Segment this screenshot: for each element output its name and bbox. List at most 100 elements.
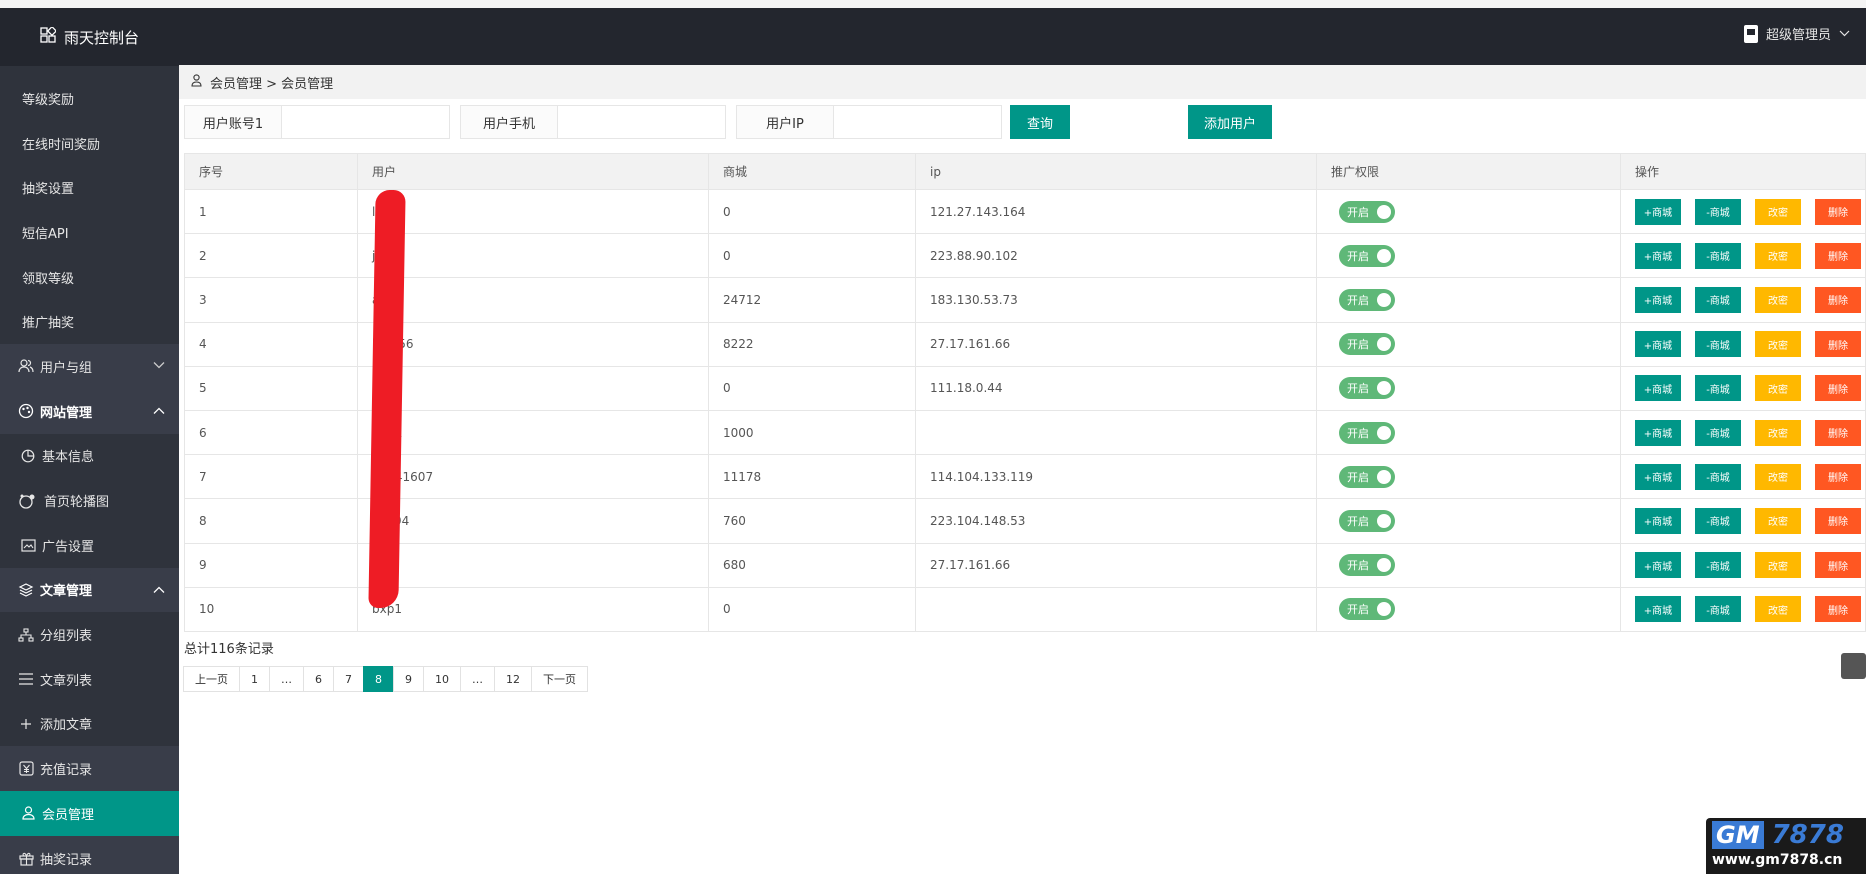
add-mall-button[interactable]: +商城 xyxy=(1635,375,1681,402)
cell-no: 2 xyxy=(184,233,358,279)
sidebar-item-site-management[interactable]: 网站管理 xyxy=(0,388,179,434)
page-number[interactable]: 7 xyxy=(333,666,364,692)
page-number[interactable]: 9 xyxy=(393,666,424,692)
add-mall-button[interactable]: +商城 xyxy=(1635,242,1681,269)
sidebar-item-recharge-records[interactable]: 充值记录 xyxy=(0,746,179,791)
add-mall-button[interactable]: +商城 xyxy=(1635,286,1681,313)
sidebar-item-label: 分组列表 xyxy=(40,629,93,645)
account-input[interactable] xyxy=(282,105,450,139)
page-number[interactable]: 12 xyxy=(494,666,532,692)
delete-button[interactable]: 删除 xyxy=(1815,331,1861,358)
sidebar-item-claim-level[interactable]: 领取等级 xyxy=(0,254,179,300)
change-password-button[interactable]: 改密 xyxy=(1755,507,1801,534)
sidebar-item-promo-lottery[interactable]: 推广抽奖 xyxy=(0,299,179,345)
promo-toggle[interactable]: 开启 xyxy=(1339,421,1395,444)
sidebar-item-article-management[interactable]: 文章管理 xyxy=(0,567,179,613)
remove-mall-button[interactable]: -商城 xyxy=(1695,596,1741,623)
floating-widget[interactable] xyxy=(1841,653,1866,679)
remove-mall-button[interactable]: -商城 xyxy=(1695,552,1741,579)
add-mall-button[interactable]: +商城 xyxy=(1635,331,1681,358)
page-number[interactable]: 1 xyxy=(239,666,270,692)
cell-actions: +商城 -商城 改密 删除 xyxy=(1620,365,1866,411)
page-number[interactable]: 6 xyxy=(303,666,334,692)
add-mall-button[interactable]: +商城 xyxy=(1635,419,1681,446)
cell-promo: 开启 xyxy=(1316,454,1621,500)
sidebar-item-article-list[interactable]: 文章列表 xyxy=(0,656,179,702)
query-button[interactable]: 查询 xyxy=(1010,105,1070,139)
delete-button[interactable]: 删除 xyxy=(1815,375,1861,402)
delete-button[interactable]: 删除 xyxy=(1815,552,1861,579)
sidebar-item-lottery-records[interactable]: 抽奖记录 xyxy=(0,835,179,874)
cell-no: 3 xyxy=(184,277,358,323)
table-row: 8jj1994760223.104.148.53 开启 +商城 -商城改密删除 xyxy=(184,498,1866,544)
change-password-button[interactable]: 改密 xyxy=(1755,331,1801,358)
sidebar-item-ad-settings[interactable]: 广告设置 xyxy=(0,522,179,568)
delete-button[interactable]: 删除 xyxy=(1815,463,1861,490)
promo-toggle[interactable]: 开启 xyxy=(1339,598,1395,621)
add-mall-button[interactable]: +商城 xyxy=(1635,507,1681,534)
toggle-knob xyxy=(1377,558,1391,573)
sidebar-item-carousel[interactable]: 首页轮播图 xyxy=(0,478,179,523)
promo-toggle[interactable]: 开启 xyxy=(1339,200,1395,223)
sidebar-item-lottery-settings[interactable]: 抽奖设置 xyxy=(0,165,179,211)
remove-mall-button[interactable]: -商城 xyxy=(1695,198,1741,225)
page-number[interactable]: 8 xyxy=(363,666,394,692)
promo-toggle[interactable]: 开启 xyxy=(1339,377,1395,400)
page-ellipsis[interactable]: … xyxy=(460,666,495,692)
delete-button[interactable]: 删除 xyxy=(1815,286,1861,313)
promo-toggle[interactable]: 开启 xyxy=(1339,333,1395,356)
change-password-button[interactable]: 改密 xyxy=(1755,375,1801,402)
promo-toggle[interactable]: 开启 xyxy=(1339,465,1395,488)
change-password-button[interactable]: 改密 xyxy=(1755,419,1801,446)
delete-button[interactable]: 删除 xyxy=(1815,507,1861,534)
change-password-button[interactable]: 改密 xyxy=(1755,552,1801,579)
delete-button[interactable]: 删除 xyxy=(1815,198,1861,225)
remove-mall-button[interactable]: -商城 xyxy=(1695,375,1741,402)
promo-toggle[interactable]: 开启 xyxy=(1339,244,1395,267)
brand[interactable]: 雨天控制台 xyxy=(0,8,179,66)
delete-button[interactable]: 删除 xyxy=(1815,242,1861,269)
cell-mall: 11178 xyxy=(708,454,916,500)
remove-mall-button[interactable]: -商城 xyxy=(1695,286,1741,313)
remove-mall-button[interactable]: -商城 xyxy=(1695,331,1741,358)
sidebar-item-online-reward[interactable]: 在线时间奖励 xyxy=(0,120,179,166)
sidebar-item-users-groups[interactable]: 用户与组 xyxy=(0,344,179,389)
add-mall-button[interactable]: +商城 xyxy=(1635,552,1681,579)
delete-button[interactable]: 删除 xyxy=(1815,419,1861,446)
sidebar-item-label: 基本信息 xyxy=(42,450,95,466)
ip-input[interactable] xyxy=(834,105,1002,139)
cell-actions: +商城 -商城 改密 删除 xyxy=(1620,498,1866,544)
promo-toggle[interactable]: 开启 xyxy=(1339,509,1395,532)
remove-mall-button[interactable]: -商城 xyxy=(1695,507,1741,534)
admin-user-menu[interactable]: 超级管理员 xyxy=(1743,24,1850,43)
next-page-button[interactable]: 下一页 xyxy=(531,666,588,692)
promo-toggle[interactable]: 开启 xyxy=(1339,288,1395,311)
cell-user: a461 xyxy=(357,277,709,323)
total-records: 总计116条记录 xyxy=(184,642,274,657)
add-mall-button[interactable]: +商城 xyxy=(1635,596,1681,623)
promo-toggle[interactable]: 开启 xyxy=(1339,554,1395,577)
remove-mall-button[interactable]: -商城 xyxy=(1695,419,1741,446)
prev-page-button[interactable]: 上一页 xyxy=(183,666,240,692)
cell-user: jg55 xyxy=(357,233,709,279)
page-number[interactable]: 10 xyxy=(423,666,461,692)
phone-input[interactable] xyxy=(558,105,726,139)
change-password-button[interactable]: 改密 xyxy=(1755,198,1801,225)
sidebar-item-sms-api[interactable]: 短信API xyxy=(0,210,179,255)
add-user-button[interactable]: 添加用户 xyxy=(1188,105,1272,139)
sidebar-item-add-article[interactable]: 添加文章 xyxy=(0,701,179,747)
change-password-button[interactable]: 改密 xyxy=(1755,242,1801,269)
change-password-button[interactable]: 改密 xyxy=(1755,463,1801,490)
sidebar-item-level-reward[interactable]: 等级奖励 xyxy=(0,76,179,121)
change-password-button[interactable]: 改密 xyxy=(1755,286,1801,313)
remove-mall-button[interactable]: -商城 xyxy=(1695,463,1741,490)
sidebar-item-group-list[interactable]: 分组列表 xyxy=(0,612,179,657)
sidebar-item-member-management[interactable]: 会员管理 xyxy=(0,791,179,836)
add-mall-button[interactable]: +商城 xyxy=(1635,198,1681,225)
page-ellipsis[interactable]: … xyxy=(269,666,304,692)
remove-mall-button[interactable]: -商城 xyxy=(1695,242,1741,269)
delete-button[interactable]: 删除 xyxy=(1815,596,1861,623)
add-mall-button[interactable]: +商城 xyxy=(1635,463,1681,490)
sidebar-item-basic-info[interactable]: 基本信息 xyxy=(0,433,179,479)
change-password-button[interactable]: 改密 xyxy=(1755,596,1801,623)
